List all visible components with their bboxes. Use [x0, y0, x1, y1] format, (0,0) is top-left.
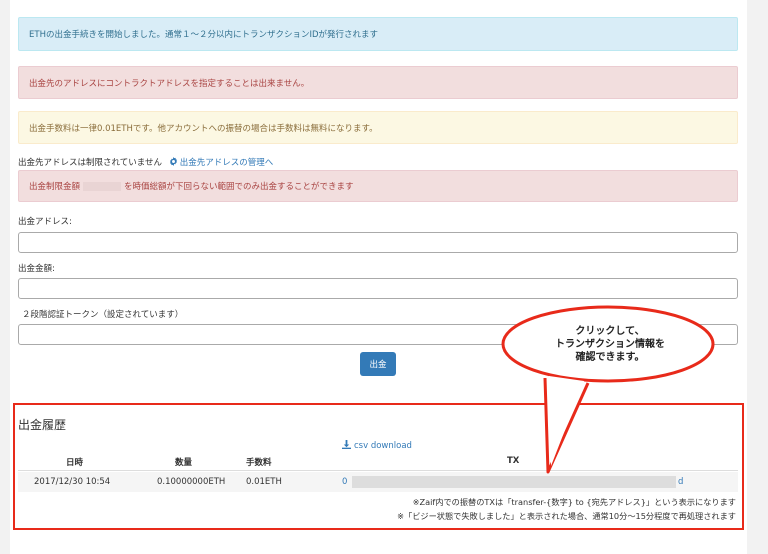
- callout-line-2: トランザクション情報を: [555, 339, 665, 350]
- callout-line-3: 確認できます。: [575, 352, 645, 363]
- callout-line-1: クリックして、: [575, 326, 645, 337]
- callout-text: クリックして、 トランザクション情報を 確認できます。: [520, 325, 700, 364]
- callout-bubble: [501, 305, 715, 474]
